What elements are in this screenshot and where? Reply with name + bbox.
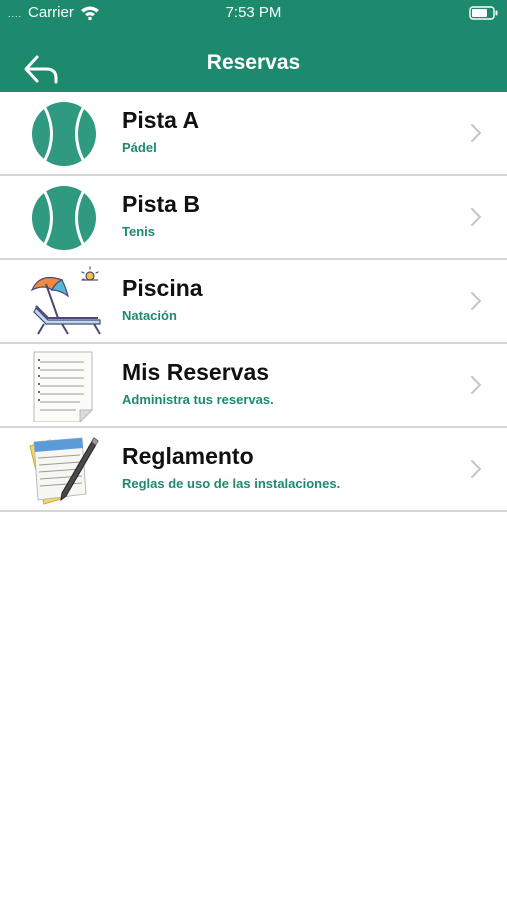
item-title: Piscina — [122, 275, 203, 301]
sunbed-umbrella-icon — [24, 266, 104, 338]
list-item-piscina[interactable]: Piscina Natación — [0, 260, 507, 344]
item-subtitle: Natación — [122, 308, 177, 323]
item-subtitle: Administra tus reservas. — [122, 392, 274, 407]
screen: .... Carrier 7:53 PM Reservas Pista A Pá… — [0, 0, 507, 900]
page-title: Reservas — [206, 51, 301, 74]
tennis-ball-icon — [24, 182, 104, 254]
list-item-pista-b[interactable]: Pista B Tenis — [0, 176, 507, 260]
top-bar: .... Carrier 7:53 PM Reservas — [0, 0, 507, 92]
item-subtitle: Pádel — [122, 140, 157, 155]
item-title: Reglamento — [122, 443, 254, 469]
list-item-pista-a[interactable]: Pista A Pádel — [0, 92, 507, 176]
tennis-ball-icon — [24, 98, 104, 170]
item-title: Pista B — [122, 191, 200, 217]
status-time: 7:53 PM — [225, 4, 282, 21]
chevron-right-icon — [471, 376, 481, 394]
item-subtitle: Reglas de uso de las instalaciones. — [122, 476, 341, 491]
item-subtitle: Tenis — [122, 224, 155, 239]
menu-list: Pista A Pádel Pista B Tenis Piscina Nata… — [0, 92, 507, 512]
status-bar: .... Carrier 7:53 PM — [0, 0, 507, 28]
document-list-icon — [24, 350, 104, 422]
battery-icon — [469, 6, 499, 25]
navigation-bar: Reservas — [0, 36, 507, 92]
item-title: Mis Reservas — [122, 359, 270, 385]
chevron-right-icon — [471, 460, 481, 478]
notepad-pen-icon — [24, 434, 104, 506]
chevron-right-icon — [471, 292, 481, 310]
list-item-reglamento[interactable]: Reglamento Reglas de uso de las instalac… — [0, 428, 507, 512]
item-title: Pista A — [122, 107, 200, 133]
list-item-mis-reservas[interactable]: Mis Reservas Administra tus reservas. — [0, 344, 507, 428]
chevron-right-icon — [471, 124, 481, 142]
chevron-right-icon — [471, 208, 481, 226]
